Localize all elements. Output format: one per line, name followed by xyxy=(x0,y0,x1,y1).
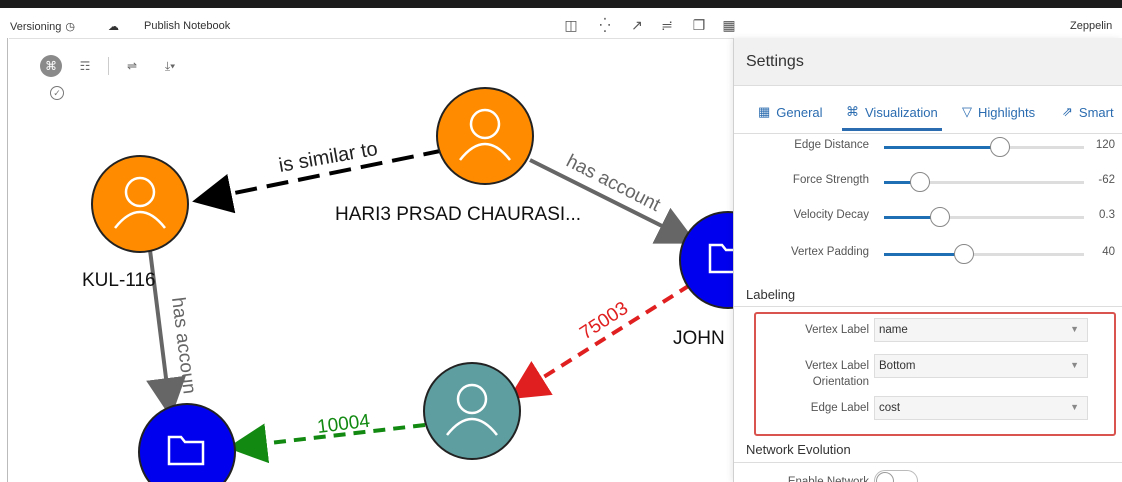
slider-track[interactable] xyxy=(884,137,1084,157)
slider-row-velocity-decay: Velocity Decay 0.3 xyxy=(734,205,1122,229)
slider-label: Edge Distance xyxy=(794,139,869,151)
slider-row-edge-distance: Edge Distance 120 xyxy=(734,135,1122,159)
tab-visualization[interactable]: ⌘ Visualization xyxy=(842,104,942,131)
slider-label: Velocity Decay xyxy=(793,209,869,221)
filter-icon: ▽ xyxy=(962,104,972,119)
expand-arrows-icon: ⇗ xyxy=(1062,104,1073,119)
node-kul[interactable] xyxy=(91,155,189,253)
chevron-down-icon: ▼ xyxy=(1070,360,1079,370)
chevron-down-icon: ▼ xyxy=(1070,324,1079,334)
labeling-divider xyxy=(734,306,1122,307)
settings-title: Settings xyxy=(746,53,804,70)
enable-network-toggle[interactable] xyxy=(874,470,918,482)
graph-svg: is similar to has account has accoun 750… xyxy=(91,87,750,482)
vertex-orientation-select[interactable]: Bottom ▼ xyxy=(874,354,1088,378)
enable-network-label: Enable Network xyxy=(787,476,869,482)
settings-tabs: ▦ General ⌘ Visualization ▽ Highlights ⇗… xyxy=(734,104,1122,132)
slider-value: -62 xyxy=(1098,174,1115,186)
slider-value: 40 xyxy=(1102,246,1115,258)
slider-track[interactable] xyxy=(884,172,1084,192)
table-icon: ▦ xyxy=(758,104,771,119)
toggle-knob xyxy=(876,472,894,482)
network-divider xyxy=(734,462,1122,463)
slider-value: 120 xyxy=(1095,139,1115,151)
node-account-bottom[interactable] xyxy=(138,403,236,482)
slider-value: 0.3 xyxy=(1099,209,1115,221)
edge-label-select[interactable]: cost ▼ xyxy=(874,396,1088,420)
edge-cost-75003[interactable] xyxy=(508,283,692,400)
node-label-hari: HARI3 PRSAD CHAURASI... xyxy=(335,204,581,225)
tab-general[interactable]: ▦ General xyxy=(758,104,823,120)
chevron-down-icon: ▼ xyxy=(1070,402,1079,412)
edge-label-has-account-2: has accoun xyxy=(167,296,200,395)
vertex-label-label: Vertex Label xyxy=(805,324,869,336)
labeling-title: Labeling xyxy=(746,287,796,302)
vertex-orientation-label: Vertex Label Orientation xyxy=(805,360,869,388)
tabs-divider xyxy=(734,133,1122,134)
slider-label: Vertex Padding xyxy=(790,246,869,258)
slider-thumb[interactable] xyxy=(910,172,930,192)
node-label-john: JOHN xyxy=(673,328,725,349)
edge-label-similar: is similar to xyxy=(277,138,379,177)
network-evolution-title: Network Evolution xyxy=(746,442,851,457)
node-hari[interactable] xyxy=(436,87,534,185)
slider-label: Force Strength xyxy=(792,174,869,186)
graph-icon: ⌘ xyxy=(846,104,859,119)
slider-row-vertex-padding: Vertex Padding 40 xyxy=(734,242,1122,266)
tab-smart[interactable]: ⇗ Smart xyxy=(1062,104,1114,120)
node-label-kul: KUL-116 xyxy=(82,270,156,291)
slider-fill xyxy=(884,146,1000,149)
slider-track[interactable] xyxy=(884,207,1084,227)
node-teal[interactable] xyxy=(423,362,521,460)
slider-fill xyxy=(884,253,964,256)
slider-thumb[interactable] xyxy=(954,244,974,264)
settings-header: Settings xyxy=(734,38,1122,86)
slider-thumb[interactable] xyxy=(930,207,950,227)
slider-row-force-strength: Force Strength -62 xyxy=(734,170,1122,194)
edge-label-label: Edge Label xyxy=(810,402,869,414)
tab-highlights[interactable]: ▽ Highlights xyxy=(962,104,1035,120)
slider-track[interactable] xyxy=(884,244,1084,264)
vertex-label-select[interactable]: name ▼ xyxy=(874,318,1088,342)
settings-panel: Settings ▦ General ⌘ Visualization ▽ Hig… xyxy=(733,38,1122,482)
zeppelin-label: Zeppelin xyxy=(1070,20,1113,32)
slider-thumb[interactable] xyxy=(990,137,1010,157)
